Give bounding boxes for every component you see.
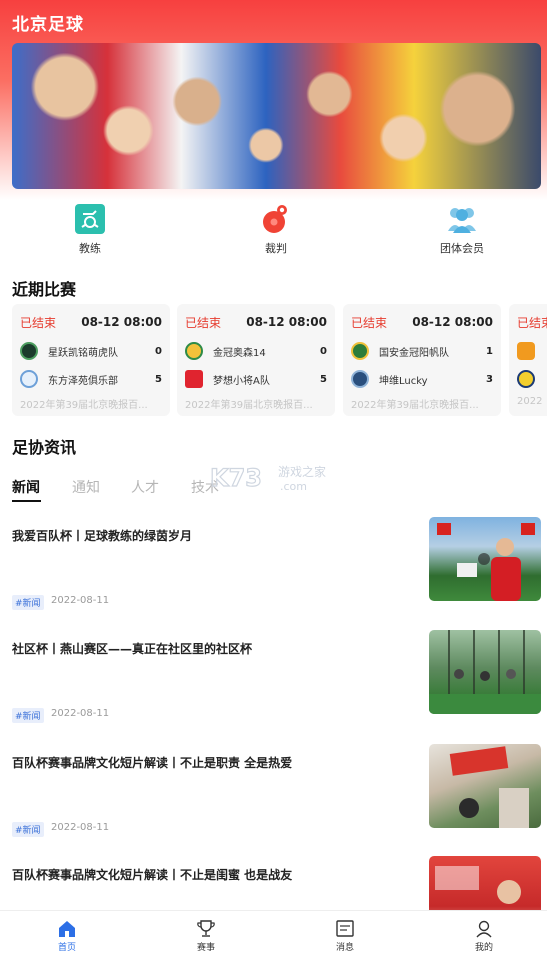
news-date: 2022-08-11 [51, 595, 110, 606]
quick-nav-referee[interactable]: 裁判 [231, 203, 321, 256]
news-tag: #新闻 [12, 708, 44, 723]
profile-icon [476, 920, 492, 938]
news-tag: #新闻 [12, 595, 44, 610]
active-tab-indicator [12, 500, 41, 502]
tab-news[interactable]: 新闻 [12, 477, 40, 497]
match-time: 08-12 08:00 [412, 315, 493, 329]
recent-matches-title: 近期比赛 [12, 280, 77, 299]
nav-profile[interactable]: 我的 [454, 919, 514, 953]
news-title: 百队杯赛事品牌文化短片解读丨不止是闺蜜 也是战友 [12, 868, 293, 882]
news-item[interactable]: 社区杯丨燕山赛区——真正在社区里的社区杯 #新闻 2022-08-11 [12, 630, 541, 726]
svg-text:游戏之家: 游戏之家 [278, 464, 326, 479]
home-team-name: 金冠奥森14 [213, 347, 266, 359]
away-team-score: 5 [155, 373, 162, 385]
match-card[interactable]: 已结束 08-12 08:00 国安金冠阳帆队 1 坤维Lucky 3 2022… [343, 304, 501, 416]
quick-nav-coach[interactable]: 教练 [45, 203, 135, 256]
news-item[interactable]: 我爱百队杯丨足球教练的绿茵岁月 #新闻 2022-08-11 [12, 517, 541, 613]
group-members-icon [448, 208, 476, 233]
app-title: 北京足球 [12, 15, 84, 35]
news-tag: #新闻 [12, 822, 44, 837]
team-logo-icon [185, 342, 203, 360]
news-item[interactable]: 百队杯赛事品牌文化短片解读丨不止是职责 全是热爱 #新闻 2022-08-11 [12, 744, 541, 840]
tab-notice[interactable]: 通知 [72, 477, 100, 497]
team-logo-icon [20, 370, 38, 388]
match-card[interactable]: 已结束 2022 [509, 304, 547, 416]
match-card[interactable]: 已结束 08-12 08:00 金冠奥森14 0 梦想小将A队 5 2022年第… [177, 304, 335, 416]
home-team-score: 1 [486, 345, 493, 357]
match-league: 2022 [517, 396, 543, 407]
away-team-name: 东方泽苑俱乐部 [48, 375, 118, 387]
home-team-score: 0 [320, 345, 327, 357]
match-status: 已结束 [351, 315, 388, 330]
news-title: 社区杯丨燕山赛区——真正在社区里的社区杯 [12, 642, 253, 656]
tab-talent[interactable]: 人才 [131, 477, 159, 497]
team-logo-icon [351, 370, 369, 388]
match-time: 08-12 08:00 [81, 315, 162, 329]
home-icon [59, 921, 75, 937]
svg-text:K73: K73 [210, 464, 262, 492]
header: 北京足球 [0, 0, 547, 200]
team-logo-icon [517, 370, 535, 388]
team-logo-icon [185, 370, 203, 388]
match-status: 已结束 [517, 315, 547, 330]
away-team-name: 坤维Lucky [379, 375, 428, 387]
nav-events[interactable]: 赛事 [176, 919, 236, 953]
referee-whistle-icon [263, 205, 287, 233]
match-league: 2022年第39届北京晚报百... [20, 400, 148, 411]
news-title: 百队杯赛事品牌文化短片解读丨不止是职责 全是热爱 [12, 756, 293, 770]
home-team-name: 星跃凯铭萌虎队 [48, 347, 118, 359]
away-team-score: 5 [320, 373, 327, 385]
match-status: 已结束 [185, 315, 222, 330]
watermark-logo: K73 游戏之家 .com [209, 462, 350, 494]
team-logo-icon [351, 342, 369, 360]
message-icon [336, 920, 354, 937]
news-thumbnail [429, 517, 541, 601]
banner-image[interactable] [12, 43, 541, 189]
match-card[interactable]: 已结束 08-12 08:00 星跃凯铭萌虎队 0 东方泽苑俱乐部 5 2022… [12, 304, 170, 416]
quick-nav: 教练 裁判 团体会员 [0, 203, 547, 263]
match-league: 2022年第39届北京晚报百... [185, 400, 313, 411]
team-logo-icon [517, 342, 535, 360]
news-thumbnail [429, 630, 541, 714]
team-logo-icon [20, 342, 38, 360]
match-time: 08-12 08:00 [246, 315, 327, 329]
home-team-name: 国安金冠阳帆队 [379, 347, 449, 359]
recent-matches-list[interactable]: 已结束 08-12 08:00 星跃凯铭萌虎队 0 东方泽苑俱乐部 5 2022… [12, 304, 547, 416]
away-team-score: 3 [486, 373, 493, 385]
news-title: 我爱百队杯丨足球教练的绿茵岁月 [12, 529, 193, 543]
nav-home[interactable]: 首页 [37, 919, 97, 953]
match-league: 2022年第39届北京晚报百... [351, 400, 479, 411]
news-thumbnail [429, 744, 541, 828]
quick-nav-group-members[interactable]: 团体会员 [417, 203, 507, 256]
news-date: 2022-08-11 [51, 708, 110, 719]
news-date: 2022-08-11 [51, 822, 110, 833]
news-section-title: 足协资讯 [12, 438, 77, 457]
coach-whistle-icon [75, 204, 105, 234]
trophy-icon [197, 920, 215, 937]
match-status: 已结束 [20, 315, 57, 330]
svg-text:.com: .com [280, 480, 307, 493]
away-team-name: 梦想小将A队 [213, 375, 270, 387]
bottom-nav: 首页 赛事 消息 我的 [0, 910, 547, 958]
nav-messages[interactable]: 消息 [315, 919, 375, 953]
home-team-score: 0 [155, 345, 162, 357]
